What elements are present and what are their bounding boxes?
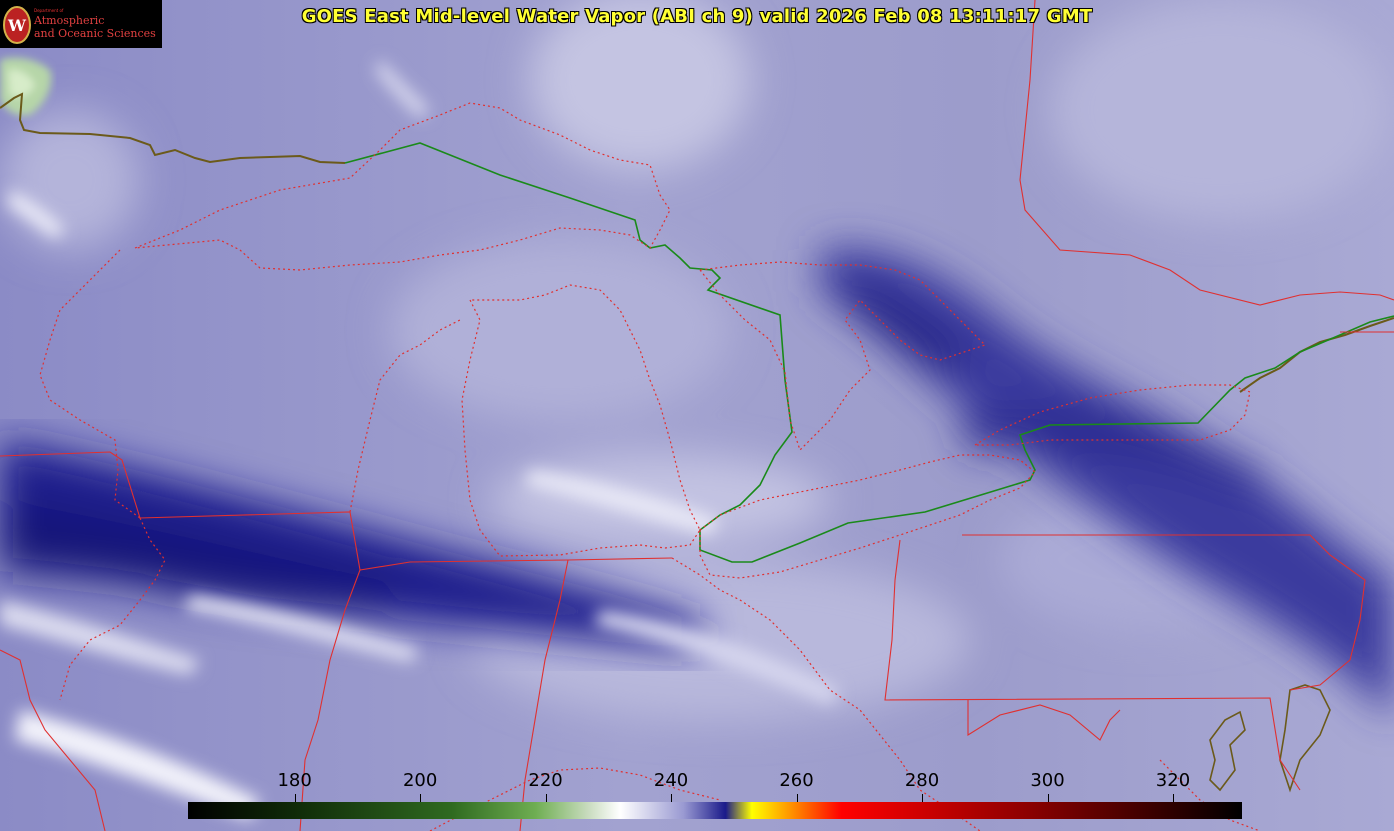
- image-title: GOES East Mid-level Water Vapor (ABI ch …: [301, 6, 1093, 27]
- colorbar-gradient: [188, 802, 1242, 819]
- water-vapor-map: [0, 0, 1394, 831]
- colorbar-tick-mark: [294, 794, 296, 802]
- colorbar-tick-mark: [1047, 794, 1049, 802]
- colorbar-tick-mark: [922, 794, 924, 802]
- colorbar-tick-label: 260: [779, 770, 814, 791]
- colorbar-tick-label: 240: [653, 770, 689, 791]
- colorbar-tick-label: 180: [277, 770, 312, 791]
- satellite-image: W Department of Atmospheric and Oceanic …: [0, 0, 1394, 831]
- colorbar-tick-label: 280: [904, 770, 940, 791]
- colorbar-tick-label: 200: [402, 770, 438, 791]
- colorbar-tick-mark: [420, 794, 422, 802]
- colorbar-tick-label: 220: [528, 770, 563, 791]
- colorbar-tick-label: 320: [1155, 770, 1191, 791]
- colorbar-tick-mark: [671, 794, 673, 802]
- colorbar-tick-label: 300: [1030, 770, 1065, 791]
- colorbar-tick-mark: [796, 794, 798, 802]
- colorbar-tick-mark: [545, 794, 547, 802]
- colorbar-tick-mark: [1172, 794, 1174, 802]
- logo-line-2: and Oceanic Sciences: [34, 27, 156, 40]
